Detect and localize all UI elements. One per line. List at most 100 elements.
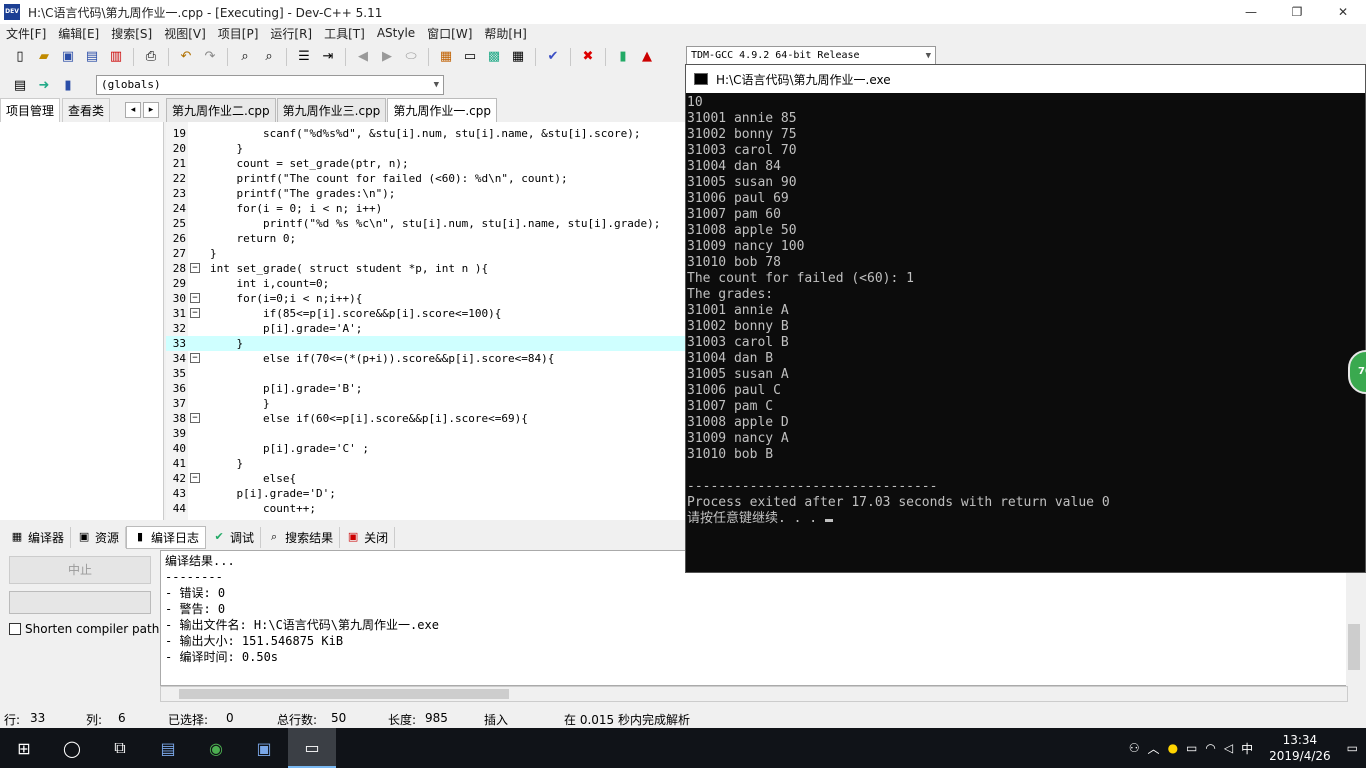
fold-toggle-icon[interactable]: − xyxy=(190,263,200,273)
code-line[interactable]: 38− else if(60<=p[i].score&&p[i].score<=… xyxy=(166,411,686,426)
fold-toggle-icon[interactable]: − xyxy=(190,308,200,318)
scrollbar-thumb[interactable] xyxy=(179,689,509,699)
notifications-icon[interactable]: ▭ xyxy=(1347,741,1358,755)
stop-icon[interactable]: ✖ xyxy=(578,47,598,67)
code-line[interactable]: 20 } xyxy=(166,141,686,156)
abort-button[interactable]: 中止 xyxy=(9,556,151,584)
code-line[interactable]: 24 for(i = 0; i < n; i++) xyxy=(166,201,686,216)
menu-tools[interactable]: 工具[T] xyxy=(318,25,371,42)
code-line[interactable]: 19 scanf("%d%s%d", &stu[i].num, stu[i].n… xyxy=(166,126,686,141)
code-line[interactable]: 28− int set_grade( struct student *p, int… xyxy=(166,261,686,276)
devcpp-task-icon[interactable]: ▣ xyxy=(240,728,288,768)
compile-icon[interactable]: ▦ xyxy=(436,47,456,67)
new-project-icon[interactable]: ▤ xyxy=(10,75,30,95)
code-line[interactable]: 30− for(i=0;i < n;i++){ xyxy=(166,291,686,306)
menu-file[interactable]: 文件[F] xyxy=(0,25,52,42)
back-icon[interactable]: ◀ xyxy=(353,47,373,67)
visual-studio-icon[interactable]: ▤ xyxy=(144,728,192,768)
close-file-icon[interactable]: ▥ xyxy=(106,47,126,67)
code-line[interactable]: 40 p[i].grade='C' ; xyxy=(166,441,686,456)
toggle-icon[interactable]: ▮ xyxy=(58,75,78,95)
cortana-icon[interactable]: ◯ xyxy=(48,728,96,768)
code-line[interactable]: 36 p[i].grade='B'; xyxy=(166,381,686,396)
restore-button[interactable]: ❐ xyxy=(1274,0,1320,24)
tab-compile-log[interactable]: ▮ 编译日志 xyxy=(126,525,207,549)
new-file-icon[interactable]: ▯ xyxy=(10,47,30,67)
task-view-icon[interactable]: ⧉ xyxy=(96,728,144,768)
editor-tab-active[interactable]: 第九周作业一.cpp xyxy=(387,98,497,122)
menu-project[interactable]: 项目[P] xyxy=(212,25,265,42)
save-icon[interactable]: ▣ xyxy=(58,47,78,67)
editor-tab-file[interactable]: 第九周作业二.cpp xyxy=(166,98,276,122)
scrollbar-thumb[interactable] xyxy=(1348,624,1360,670)
clock[interactable]: 13:34 2019/4/26 xyxy=(1269,732,1331,764)
code-line[interactable]: 35 xyxy=(166,366,686,381)
code-line[interactable]: 23 printf("The grades:\n"); xyxy=(166,186,686,201)
tab-resources[interactable]: ▣ 资源 xyxy=(71,526,127,548)
menu-view[interactable]: 视图[V] xyxy=(158,25,212,42)
save-all-icon[interactable]: ▤ xyxy=(82,47,102,67)
browser-icon[interactable]: ◉ xyxy=(192,728,240,768)
find-icon[interactable]: ⌕ xyxy=(235,47,255,67)
rebuild-icon[interactable]: ▦ xyxy=(508,47,528,67)
redo-icon[interactable]: ↷ xyxy=(200,47,220,67)
chart-icon[interactable]: ▮ xyxy=(613,47,633,67)
code-line[interactable]: 26 return 0; xyxy=(166,231,686,246)
code-line[interactable]: 43 p[i].grade='D'; xyxy=(166,486,686,501)
tab-class-browser[interactable]: 查看类 xyxy=(62,98,111,122)
code-line[interactable]: 33 } xyxy=(166,336,686,351)
tab-compiler[interactable]: ▦ 编译器 xyxy=(4,526,72,548)
tab-next-button[interactable]: ▸ xyxy=(143,102,159,118)
minimize-button[interactable]: — xyxy=(1228,0,1274,24)
code-line[interactable]: 29 int i,count=0; xyxy=(166,276,686,291)
menu-window[interactable]: 窗口[W] xyxy=(421,25,478,42)
menu-search[interactable]: 搜索[S] xyxy=(105,25,158,42)
tab-prev-button[interactable]: ◂ xyxy=(125,102,141,118)
code-line[interactable]: 25 printf("%d %s %c\n", stu[i].num, stu[… xyxy=(166,216,686,231)
code-line[interactable]: 31− if(85<=p[i].score&&p[i].score<=100){ xyxy=(166,306,686,321)
code-line[interactable]: 41 } xyxy=(166,456,686,471)
security-icon[interactable]: ● xyxy=(1168,741,1178,755)
editor-tab-file[interactable]: 第九周作业三.cpp xyxy=(276,98,387,122)
code-line[interactable]: 22 printf("The count for failed (<60): %… xyxy=(166,171,686,186)
code-line[interactable]: 34− else if(70<=(*(p+i)).score&&p[i].sco… xyxy=(166,351,686,366)
tab-search-results[interactable]: ⌕ 搜索结果 xyxy=(261,526,341,548)
goto-line-icon[interactable]: ⇥ xyxy=(318,47,338,67)
code-line[interactable]: 37 } xyxy=(166,396,686,411)
menu-help[interactable]: 帮助[H] xyxy=(478,25,532,42)
chevron-up-icon[interactable]: ︿ xyxy=(1148,740,1160,757)
code-editor[interactable]: 19 scanf("%d%s%d", &stu[i].num, stu[i].n… xyxy=(166,122,686,520)
insert-icon[interactable]: ➜ xyxy=(34,75,54,95)
compiler-select[interactable]: TDM-GCC 4.9.2 64-bit Release ▼ xyxy=(686,46,936,66)
console-task-icon[interactable]: ▭ xyxy=(288,728,336,768)
code-line[interactable]: 44 count++; xyxy=(166,501,686,516)
code-line[interactable]: 32 p[i].grade='A'; xyxy=(166,321,686,336)
forward-icon[interactable]: ▶ xyxy=(377,47,397,67)
close-button[interactable]: ✕ xyxy=(1320,0,1366,24)
console-window[interactable]: H:\C语言代码\第九周作业一.exe 10 31001 annie 85 3100… xyxy=(685,64,1366,573)
code-line[interactable]: 21 count = set_grade(ptr, n); xyxy=(166,156,686,171)
battery-icon[interactable]: ▭ xyxy=(1186,741,1197,755)
menu-edit[interactable]: 编辑[E] xyxy=(52,25,105,42)
run-icon[interactable]: ▭ xyxy=(460,47,480,67)
shorten-paths-option[interactable]: Shorten compiler paths xyxy=(9,622,166,636)
menu-astyle[interactable]: AStyle xyxy=(371,26,421,40)
windows-start-icon[interactable]: ⊞ xyxy=(0,728,48,768)
volume-icon[interactable]: ◁ xyxy=(1224,741,1233,755)
fold-toggle-icon[interactable]: − xyxy=(190,413,200,423)
fold-toggle-icon[interactable]: − xyxy=(190,293,200,303)
code-line[interactable]: 27} xyxy=(166,246,686,261)
menu-run[interactable]: 运行[R] xyxy=(264,25,318,42)
print-icon[interactable]: ⎙ xyxy=(141,47,161,67)
scope-select[interactable]: (globals) ▼ xyxy=(96,75,444,95)
code-line[interactable]: 39 xyxy=(166,426,686,441)
bookmark-icon[interactable]: ⬭ xyxy=(401,47,421,67)
indent-icon[interactable]: ☰ xyxy=(294,47,314,67)
compile-run-icon[interactable]: ▩ xyxy=(484,47,504,67)
horizontal-scrollbar[interactable] xyxy=(160,686,1348,702)
ime-indicator[interactable]: 中 xyxy=(1241,740,1253,757)
undo-icon[interactable]: ↶ xyxy=(176,47,196,67)
shorten-paths-checkbox[interactable] xyxy=(9,623,21,635)
project-tree[interactable] xyxy=(0,122,164,520)
replace-icon[interactable]: ⌕ xyxy=(259,47,279,67)
